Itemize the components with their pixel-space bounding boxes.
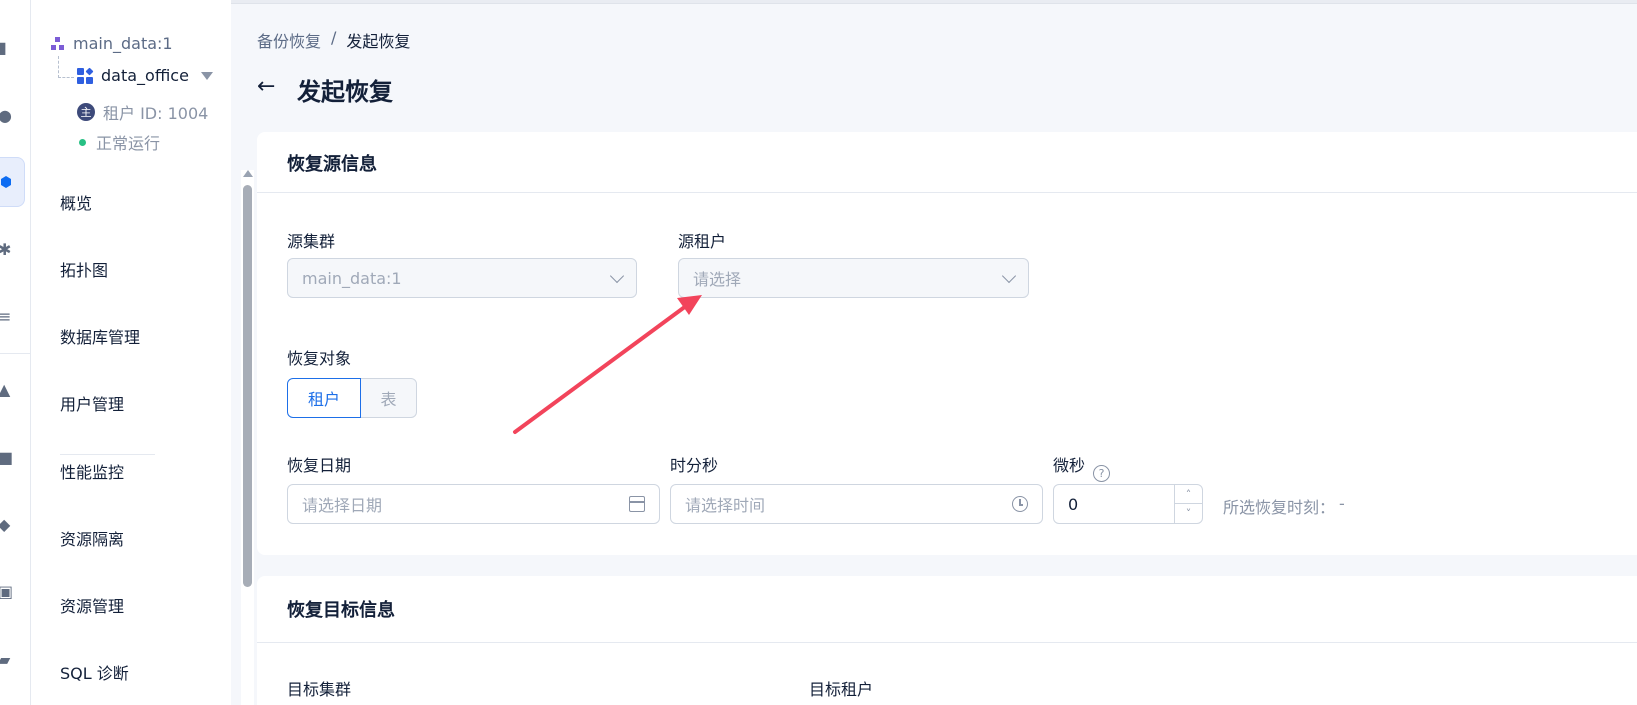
status-dot-icon <box>79 138 86 146</box>
target-card-title: 恢复目标信息 <box>287 600 395 621</box>
breadcrumb-backup-restore[interactable]: 备份恢复 <box>257 28 321 52</box>
menu-item-topology[interactable]: 拓扑图 <box>60 257 108 281</box>
rail-divider <box>0 353 31 354</box>
tool-icon[interactable]: ▰ <box>0 650 10 669</box>
target-tenant-label: 目标租户 <box>809 680 874 699</box>
cluster-icon[interactable]: ● <box>0 106 12 125</box>
tenant-selector[interactable]: data_office <box>77 66 213 85</box>
restore-source-card: 恢复源信息 源集群 main_data:1 源租户 请选择 恢复对象 租户 表 … <box>257 132 1637 555</box>
calendar-icon[interactable] <box>629 496 645 512</box>
time-label: 时分秒 <box>670 456 719 475</box>
scroll-up-icon[interactable] <box>243 170 253 177</box>
icon-rail: ▮ ● ✱ ≡ ▲ ■ ◆ ▣ ▰ <box>0 0 31 705</box>
card-divider <box>257 192 1637 193</box>
help-icon[interactable]: ? <box>1093 465 1110 482</box>
restore-object-table[interactable]: 表 <box>361 378 417 418</box>
selected-time-label: 所选恢复时刻： <box>1223 498 1336 517</box>
increment-icon[interactable]: ˄ <box>1175 485 1202 504</box>
menu-item-users[interactable]: 用户管理 <box>60 391 124 415</box>
menu-item-resources[interactable]: 资源管理 <box>60 593 124 617</box>
time-placeholder: 请选择时间 <box>685 496 766 515</box>
breadcrumb: 备份恢复 / 发起恢复 <box>257 28 410 52</box>
copy-icon[interactable]: ▣ <box>0 582 13 601</box>
tree-connector <box>58 56 74 78</box>
restore-date-placeholder: 请选择日期 <box>302 496 383 515</box>
side-navigation: main_data:1 data_office 主 租户 ID: 1004 正常… <box>31 0 254 705</box>
menu-item-overview[interactable]: 概览 <box>60 190 92 214</box>
list-icon[interactable]: ≡ <box>0 307 11 326</box>
back-arrow-icon[interactable]: ← <box>257 76 275 98</box>
menu-item-isolation[interactable]: 资源隔离 <box>60 526 124 550</box>
menu-item-database[interactable]: 数据库管理 <box>60 324 140 348</box>
clock-icon[interactable] <box>1012 496 1028 512</box>
menu-item-performance[interactable]: 性能监控 <box>60 459 124 483</box>
target-cluster-label: 目标集群 <box>287 680 352 699</box>
restore-date-picker[interactable]: 请选择日期 <box>287 484 660 524</box>
tenant-status: 正常运行 <box>77 130 160 154</box>
card-divider <box>257 642 1637 643</box>
breadcrumb-separator: / <box>331 28 337 47</box>
source-tenant-label: 源租户 <box>678 232 727 251</box>
menu-item-sql-diagnosis[interactable]: SQL 诊断 <box>60 660 129 684</box>
restore-object-label: 恢复对象 <box>287 349 352 368</box>
cluster-tree-icon <box>51 36 65 51</box>
source-tenant-select[interactable]: 请选择 <box>678 258 1029 298</box>
decrement-icon[interactable]: ˅ <box>1175 504 1202 523</box>
microsecond-value[interactable]: 0 <box>1068 495 1078 514</box>
breadcrumb-current: 发起恢复 <box>346 32 411 51</box>
status-text: 正常运行 <box>96 134 161 153</box>
scroll-thumb[interactable] <box>243 185 252 587</box>
tenant-icon[interactable] <box>0 157 25 207</box>
top-border <box>231 0 1637 4</box>
microsecond-label: 微秒 <box>1053 456 1086 475</box>
tenant-grid-icon <box>77 67 94 84</box>
primary-badge-icon: 主 <box>77 103 95 121</box>
tenant-id-row: 主 租户 ID: 1004 <box>77 100 208 124</box>
menu-divider <box>60 454 155 455</box>
dashboard-icon[interactable]: ▮ <box>0 38 8 57</box>
selected-time-value: - <box>1339 494 1345 513</box>
source-cluster-value: main_data:1 <box>302 268 402 288</box>
network-icon[interactable]: ✱ <box>0 240 11 259</box>
restore-date-label: 恢复日期 <box>287 456 352 475</box>
tenant-id: 租户 ID: 1004 <box>103 104 209 123</box>
restore-object-toggle: 租户 表 <box>287 378 417 418</box>
source-tenant-placeholder: 请选择 <box>693 270 742 289</box>
source-cluster-select: main_data:1 <box>287 258 637 298</box>
mail-icon[interactable]: ■ <box>0 448 13 467</box>
chevron-down-icon[interactable] <box>1001 268 1017 284</box>
tenant-name: data_office <box>101 66 189 85</box>
microsecond-stepper[interactable]: 0 ˄ ˅ <box>1053 484 1203 524</box>
source-card-title: 恢复源信息 <box>287 154 377 175</box>
restore-target-card: 恢复目标信息 目标集群 目标租户 <box>257 576 1637 705</box>
source-cluster-label: 源集群 <box>287 232 336 251</box>
sidebar-scrollbar[interactable] <box>241 170 254 705</box>
caret-down-icon[interactable] <box>200 71 213 80</box>
alarm-icon[interactable]: ▲ <box>0 380 10 399</box>
stepper-buttons: ˄ ˅ <box>1174 485 1202 523</box>
selected-restore-time: 所选恢复时刻： - <box>1223 494 1345 518</box>
cluster-node[interactable]: main_data:1 <box>51 34 173 53</box>
page-title: 发起恢复 <box>297 78 393 106</box>
package-icon[interactable]: ◆ <box>0 515 10 534</box>
cluster-name: main_data:1 <box>73 34 173 53</box>
time-picker[interactable]: 请选择时间 <box>670 484 1043 524</box>
restore-object-tenant[interactable]: 租户 <box>287 378 361 418</box>
chevron-down-icon <box>609 268 625 284</box>
